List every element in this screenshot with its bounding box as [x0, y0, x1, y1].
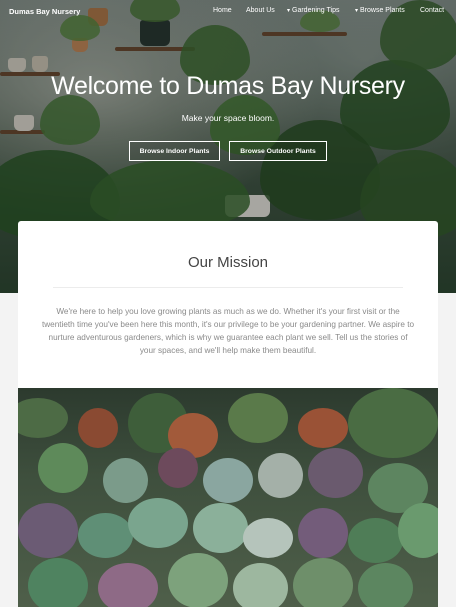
- mission-text: We're here to help you love growing plan…: [41, 307, 415, 355]
- plant-shape: [18, 398, 68, 438]
- plant-shape: [358, 563, 413, 607]
- succulents-photo: [18, 388, 438, 607]
- nav-item-browse-plants[interactable]: ▾ Browse Plants: [355, 7, 405, 14]
- chevron-down-icon: ▾: [287, 8, 291, 14]
- site-brand[interactable]: Dumas Bay Nursery: [9, 7, 80, 16]
- plant-shape: [38, 443, 88, 493]
- nav-item-contact[interactable]: Contact: [420, 7, 444, 14]
- browse-outdoor-plants-button[interactable]: Browse Outdoor Plants: [229, 141, 327, 161]
- plant-shape: [293, 558, 353, 607]
- nav-item-label: Browse Plants: [360, 7, 405, 14]
- plant-shape: [103, 458, 148, 503]
- plant-shape: [298, 408, 348, 448]
- plant-shape: [233, 563, 288, 607]
- plant-shape: [348, 518, 403, 563]
- plant-shape: [78, 513, 133, 558]
- plant-shape: [308, 448, 363, 498]
- nav-item-label: About Us: [246, 7, 275, 14]
- plant-shape: [158, 448, 198, 488]
- nav-item-label: Contact: [420, 7, 445, 14]
- plant-shape: [18, 503, 78, 558]
- divider: [53, 287, 403, 288]
- plant-shape: [168, 553, 228, 607]
- plant-shape: [78, 408, 118, 448]
- plant-shape: [228, 393, 288, 443]
- plant-shape: [203, 458, 253, 503]
- plant-shape: [348, 388, 438, 458]
- plant-shape: [398, 503, 438, 558]
- nav-item-label: Gardening Tips: [292, 7, 340, 14]
- hero-subtitle: Make your space bloom.: [181, 113, 275, 123]
- chevron-down-icon: ▾: [355, 8, 359, 14]
- mission-title: Our Mission: [187, 254, 269, 271]
- plant-shape: [128, 498, 188, 548]
- mission-card: Our Mission We're here to help you love …: [18, 221, 438, 391]
- hero-title: Welcome to Dumas Bay Nursery: [51, 72, 405, 100]
- nav-item-home[interactable]: Home: [213, 7, 232, 14]
- browse-indoor-plants-button[interactable]: Browse Indoor Plants: [129, 141, 220, 161]
- nav-item-gardening-tips[interactable]: ▾ Gardening Tips: [287, 7, 340, 14]
- nav-item-label: Home: [213, 7, 232, 14]
- plant-shape: [98, 563, 158, 607]
- plant-shape: [298, 508, 348, 558]
- nav-item-about-us[interactable]: About Us: [246, 7, 275, 14]
- plant-shape: [193, 503, 248, 553]
- plant-shape: [243, 518, 293, 558]
- plant-shape: [258, 453, 303, 498]
- plant-shape: [28, 558, 88, 607]
- top-nav: Dumas Bay Nursery Home About Us ▾ Gardeni…: [0, 0, 456, 26]
